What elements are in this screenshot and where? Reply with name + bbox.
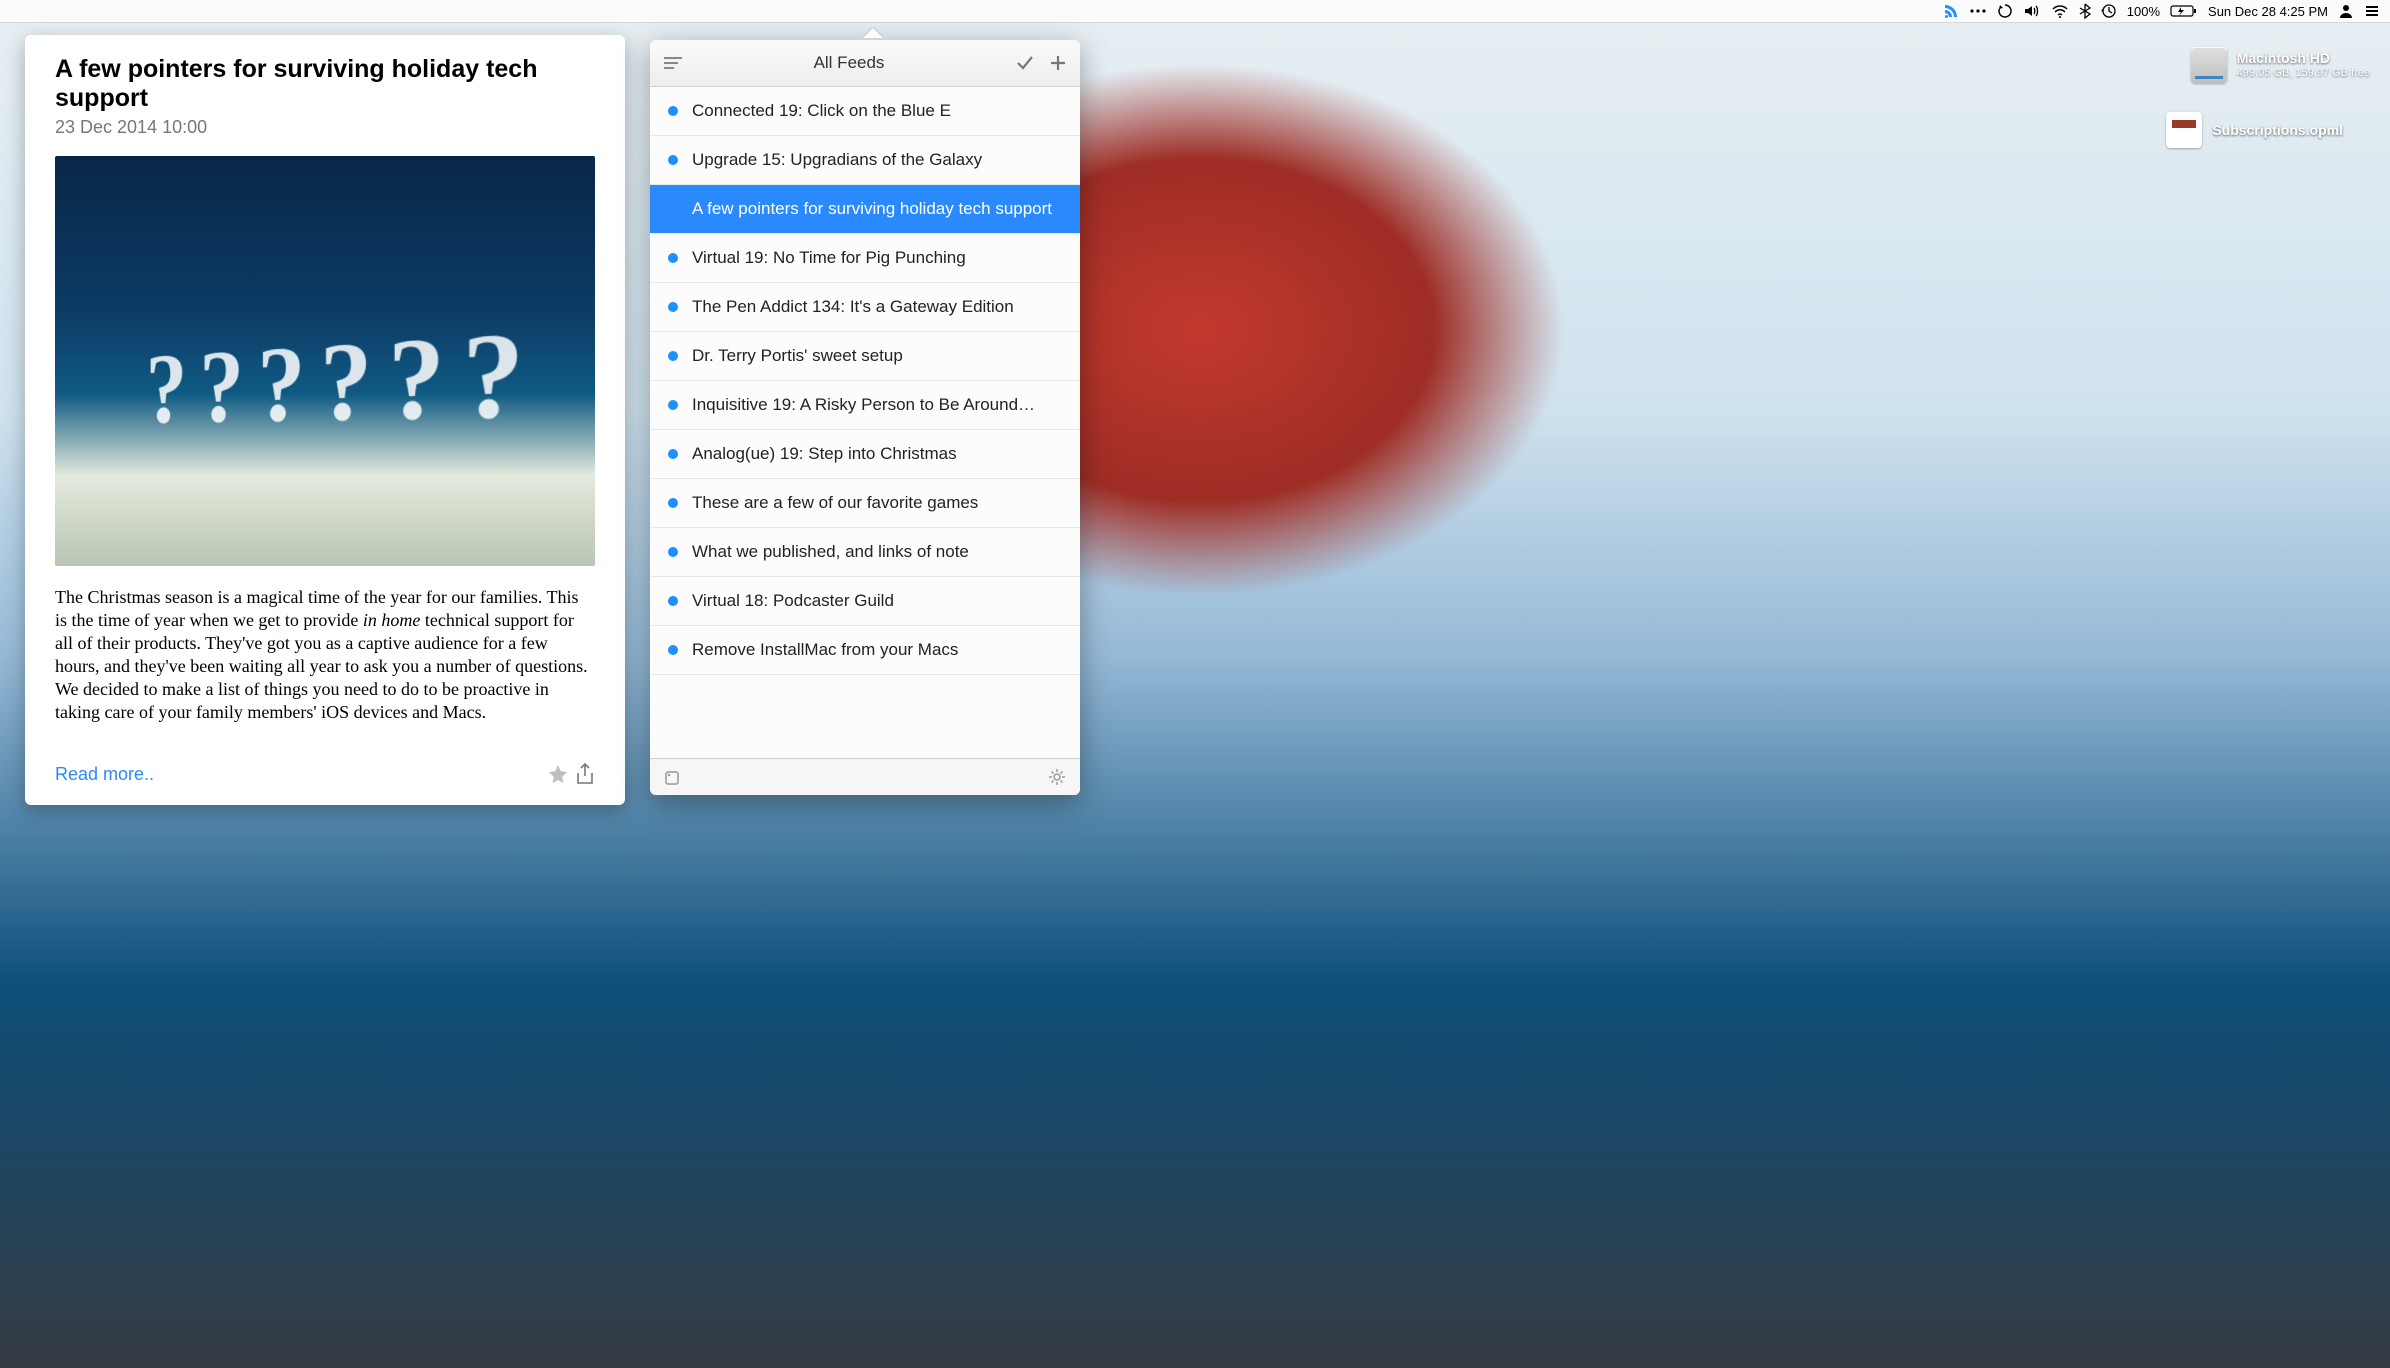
menubar-datetime[interactable]: Sun Dec 28 4:25 PM [2208, 4, 2328, 19]
compose-icon[interactable] [664, 768, 682, 786]
unread-dot-icon [668, 106, 678, 116]
desktop-item-opml[interactable]: Subscriptions.opml [2166, 112, 2343, 148]
article-body: The Christmas season is a magical time o… [55, 586, 595, 724]
feed-toolbar: All Feeds [650, 40, 1080, 87]
feed-item-label: Remove InstallMac from your Macs [692, 640, 958, 660]
feed-item-label: These are a few of our favorite games [692, 493, 978, 513]
unread-dot-icon [668, 449, 678, 459]
notification-center-icon[interactable] [2364, 3, 2380, 19]
check-icon[interactable] [1016, 55, 1034, 71]
wifi-icon[interactable] [2051, 3, 2069, 19]
article-hero-image [55, 156, 595, 566]
feed-item-label: The Pen Addict 134: It's a Gateway Editi… [692, 297, 1014, 317]
feed-title: All Feeds [814, 53, 885, 73]
unread-dot-icon [668, 155, 678, 165]
feed-item-label: Virtual 19: No Time for Pig Punching [692, 248, 966, 268]
feed-item-label: A few pointers for surviving holiday tec… [692, 199, 1052, 219]
article-date: 23 Dec 2014 10:00 [55, 117, 595, 138]
hamburger-icon[interactable] [664, 56, 682, 70]
user-icon[interactable] [2338, 3, 2354, 19]
bluetooth-icon[interactable] [2079, 3, 2091, 19]
battery-percent[interactable]: 100% [2127, 4, 2160, 19]
read-more-link[interactable]: Read more.. [55, 764, 154, 785]
feed-item[interactable]: Remove InstallMac from your Macs [650, 626, 1080, 675]
feed-item[interactable]: Connected 19: Click on the Blue E [650, 87, 1080, 136]
feed-item[interactable]: Virtual 19: No Time for Pig Punching [650, 234, 1080, 283]
unread-dot-icon [668, 547, 678, 557]
share-icon[interactable] [575, 763, 595, 785]
plus-icon[interactable] [1050, 55, 1066, 71]
opml-file-icon [2166, 112, 2202, 148]
desktop-hd-detail: 499.05 GB, 159.97 GB free [2237, 67, 2370, 80]
desktop-hd-name: Macintosh HD [2237, 50, 2370, 67]
feed-item-label: Connected 19: Click on the Blue E [692, 101, 951, 121]
unread-dot-icon [668, 302, 678, 312]
feed-list[interactable]: Connected 19: Click on the Blue E Upgrade… [650, 87, 1080, 758]
ellipsis-icon[interactable] [1969, 3, 1987, 19]
feed-item-label: Upgrade 15: Upgradians of the Galaxy [692, 150, 982, 170]
feed-item-label: Analog(ue) 19: Step into Christmas [692, 444, 957, 464]
feed-item-label: Dr. Terry Portis' sweet setup [692, 346, 903, 366]
feed-item[interactable]: These are a few of our favorite games [650, 479, 1080, 528]
unread-dot-icon [668, 351, 678, 361]
timemachine-icon[interactable] [2101, 3, 2117, 19]
article-panel: A few pointers for surviving holiday tec… [25, 35, 625, 805]
feed-item[interactable]: Upgrade 15: Upgradians of the Galaxy [650, 136, 1080, 185]
star-icon[interactable] [547, 763, 569, 785]
desktop-item-hd[interactable]: Macintosh HD 499.05 GB, 159.97 GB free [2191, 47, 2370, 83]
feed-item-label: Inquisitive 19: A Risky Person to Be Aro… [692, 395, 1035, 415]
unread-dot-icon [668, 253, 678, 263]
feed-item-label: What we published, and links of note [692, 542, 969, 562]
harddrive-icon [2191, 47, 2227, 83]
feed-item[interactable]: The Pen Addict 134: It's a Gateway Editi… [650, 283, 1080, 332]
volume-icon[interactable] [2023, 3, 2041, 19]
unread-dot-icon [668, 596, 678, 606]
feed-item[interactable]: Virtual 18: Podcaster Guild [650, 577, 1080, 626]
feed-item[interactable]: Analog(ue) 19: Step into Christmas [650, 430, 1080, 479]
feed-item[interactable]: Dr. Terry Portis' sweet setup [650, 332, 1080, 381]
feed-item[interactable]: What we published, and links of note [650, 528, 1080, 577]
article-body-em: in home [363, 610, 421, 630]
unread-dot-icon [668, 498, 678, 508]
feed-item[interactable]: A few pointers for surviving holiday tec… [650, 185, 1080, 234]
feed-popover: All Feeds Connected 19: Click on the Blu… [650, 40, 1080, 795]
battery-icon[interactable] [2170, 4, 2198, 18]
article-title: A few pointers for surviving holiday tec… [55, 55, 595, 113]
desktop-opml-name: Subscriptions.opml [2212, 122, 2343, 139]
rss-icon[interactable] [1943, 3, 1959, 19]
feed-item-label: Virtual 18: Podcaster Guild [692, 591, 894, 611]
unread-dot-icon [668, 645, 678, 655]
feed-footer [650, 758, 1080, 795]
menubar: 100% Sun Dec 28 4:25 PM [0, 0, 2390, 23]
feed-item[interactable]: Inquisitive 19: A Risky Person to Be Aro… [650, 381, 1080, 430]
unread-dot-icon [668, 400, 678, 410]
gear-icon[interactable] [1048, 768, 1066, 786]
sync-icon[interactable] [1997, 3, 2013, 19]
